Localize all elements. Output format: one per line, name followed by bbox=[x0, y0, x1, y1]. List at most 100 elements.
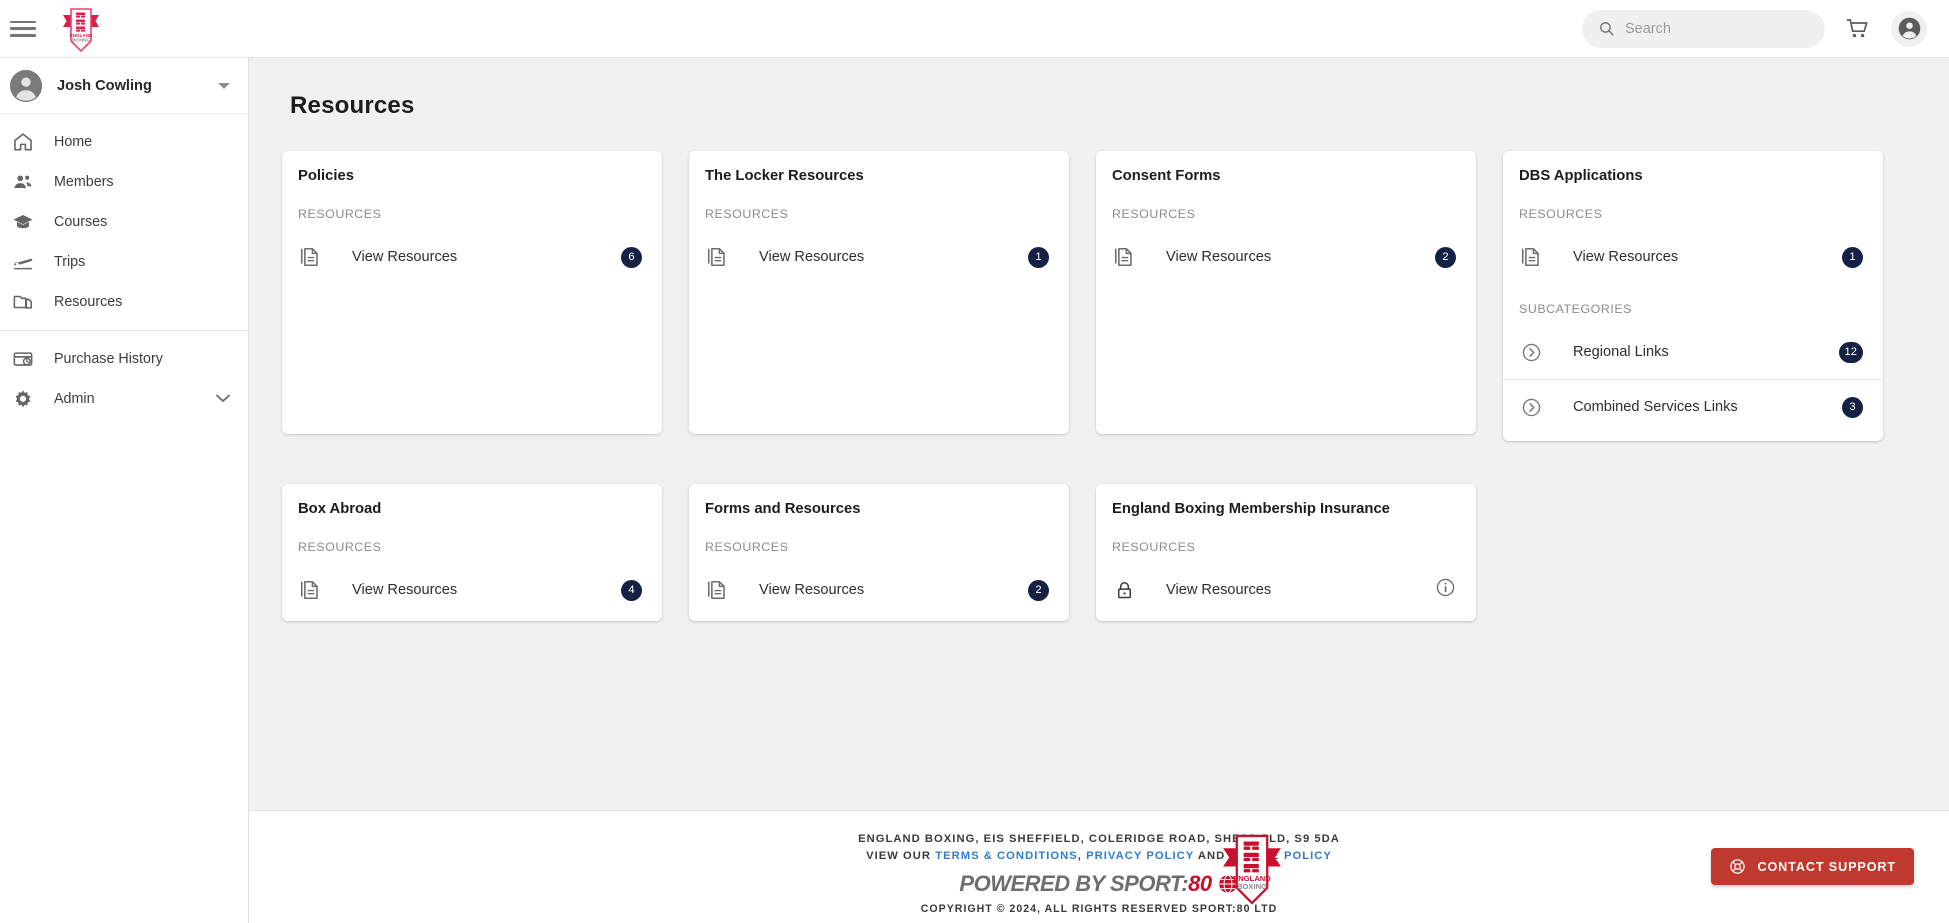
sidebar-item-label: Home bbox=[54, 134, 93, 150]
card-title: The Locker Resources bbox=[705, 168, 864, 184]
row-label: Combined Services Links bbox=[1573, 399, 1738, 415]
sidebar-item-label: Courses bbox=[54, 214, 108, 230]
resource-count-badge: 2 bbox=[1028, 579, 1049, 601]
row-label: View Resources bbox=[1573, 249, 1679, 265]
sidebar-item-resources[interactable]: Resources bbox=[0, 282, 248, 322]
view-resources-row[interactable]: View Resources 4 bbox=[282, 563, 662, 617]
powered-suffix: 80 bbox=[1188, 871, 1212, 896]
search-input[interactable] bbox=[1625, 20, 1805, 37]
document-stack-icon bbox=[296, 243, 324, 271]
sidebar-item-label: Admin bbox=[54, 391, 95, 407]
resource-card-box-abroad[interactable]: Box Abroad RESOURCES View Resources 4 bbox=[282, 484, 662, 621]
account-circle-icon bbox=[1898, 17, 1920, 40]
resource-card-consent-forms[interactable]: Consent Forms RESOURCES View Resources 2 bbox=[1096, 151, 1476, 434]
terms-and-conditions-link[interactable]: TERMS & CONDITIONS bbox=[935, 850, 1078, 862]
sidebar-user-name: Josh Cowling bbox=[57, 77, 152, 94]
resource-card-policies[interactable]: Policies RESOURCES View Resources 6 bbox=[282, 151, 662, 434]
subcategory-row-regional-links[interactable]: Regional Links 12 bbox=[1503, 325, 1883, 379]
card-section-label-resources: RESOURCES bbox=[298, 207, 382, 221]
account-button[interactable] bbox=[1891, 10, 1927, 47]
card-section-label-resources: RESOURCES bbox=[705, 207, 789, 221]
sidebar-item-purchase-history[interactable]: Purchase History bbox=[0, 339, 248, 379]
card-title: England Boxing Membership Insurance bbox=[1112, 501, 1390, 517]
view-resources-row[interactable]: View Resources 2 bbox=[1096, 230, 1476, 284]
info-circle-icon[interactable] bbox=[1435, 577, 1456, 603]
contact-support-button[interactable]: CONTACT SUPPORT bbox=[1711, 848, 1914, 885]
document-stack-icon bbox=[703, 576, 731, 604]
footer-comma: , bbox=[1077, 849, 1087, 862]
view-resources-row[interactable]: View Resources 2 bbox=[689, 563, 1069, 617]
cart-button[interactable] bbox=[1841, 12, 1875, 46]
flight-takeoff-icon bbox=[10, 249, 36, 275]
sidebar-item-trips[interactable]: Trips bbox=[0, 242, 248, 282]
home-icon bbox=[10, 129, 36, 155]
subcategory-count-badge: 3 bbox=[1842, 396, 1863, 418]
sidebar-item-home[interactable]: Home bbox=[0, 122, 248, 162]
resource-count-badge: 2 bbox=[1435, 246, 1456, 268]
row-label: View Resources bbox=[759, 249, 865, 265]
sidebar-item-members[interactable]: Members bbox=[0, 162, 248, 202]
card-section-label-resources: RESOURCES bbox=[298, 540, 382, 554]
search-box[interactable] bbox=[1582, 9, 1825, 48]
document-stack-icon bbox=[1517, 243, 1545, 271]
sidebar-nav-secondary: Purchase History Admin bbox=[0, 330, 248, 427]
card-section-label-subcategories: SUBCATEGORIES bbox=[1519, 302, 1632, 316]
sidebar-user-menu[interactable]: Josh Cowling bbox=[0, 58, 248, 114]
hamburger-menu-icon[interactable] bbox=[10, 19, 36, 39]
resource-cards-grid: Policies RESOURCES View Resources 6 The … bbox=[282, 151, 1922, 664]
row-label: View Resources bbox=[759, 582, 865, 598]
sidebar-item-label: Resources bbox=[54, 294, 123, 310]
row-label: View Resources bbox=[1166, 582, 1272, 598]
resource-card-forms-and-resources[interactable]: Forms and Resources RESOURCES View Resou… bbox=[689, 484, 1069, 621]
footer-center-block: ENGLAND BOXING, EIS SHEFFIELD, COLERIDGE… bbox=[249, 811, 1949, 923]
sidebar-item-label: Purchase History bbox=[54, 351, 163, 367]
powered-prefix: POWERED BY SPORT: bbox=[959, 871, 1189, 896]
user-avatar-icon bbox=[10, 69, 42, 102]
graduation-cap-icon bbox=[10, 209, 36, 235]
sidebar-item-label: Trips bbox=[54, 254, 86, 270]
view-resources-row-locked[interactable]: View Resources bbox=[1096, 563, 1476, 617]
sidebar-item-courses[interactable]: Courses bbox=[0, 202, 248, 242]
folder-copy-icon bbox=[10, 289, 36, 315]
resource-count-badge: 1 bbox=[1028, 246, 1049, 268]
england-boxing-crest-icon: ENGLAND BOXING bbox=[1223, 834, 1281, 905]
topbar-actions bbox=[1582, 9, 1949, 48]
subcategory-row-combined-services-links[interactable]: Combined Services Links 3 bbox=[1503, 380, 1883, 434]
chevron-circle-right-icon bbox=[1517, 393, 1545, 421]
card-section-label-resources: RESOURCES bbox=[1112, 207, 1196, 221]
resource-card-dbs-applications[interactable]: DBS Applications RESOURCES View Resource… bbox=[1503, 151, 1883, 441]
main-content: Resources Policies RESOURCES View Resour… bbox=[249, 58, 1949, 810]
view-resources-row[interactable]: View Resources 1 bbox=[689, 230, 1069, 284]
document-stack-icon bbox=[703, 243, 731, 271]
resource-count-badge: 1 bbox=[1842, 246, 1863, 268]
sidebar-item-admin[interactable]: Admin bbox=[0, 379, 248, 419]
avatar bbox=[10, 69, 42, 102]
card-title: Forms and Resources bbox=[705, 501, 861, 517]
privacy-policy-link[interactable]: PRIVACY POLICY bbox=[1086, 850, 1194, 862]
app-root: ENGLAND BOXING Search Josh Cowling Home … bbox=[0, 0, 1949, 923]
svg-text:BOXING: BOXING bbox=[1237, 882, 1267, 891]
resource-card-the-locker-resources[interactable]: The Locker Resources RESOURCES View Reso… bbox=[689, 151, 1069, 434]
lock-icon bbox=[1110, 576, 1138, 604]
shopping-cart-icon bbox=[1846, 18, 1868, 37]
card-section-label-resources: RESOURCES bbox=[1112, 540, 1196, 554]
footer: ENGLAND BOXING, EIS SHEFFIELD, COLERIDGE… bbox=[249, 810, 1949, 923]
caret-down-icon bbox=[218, 77, 230, 95]
card-title: Policies bbox=[298, 168, 354, 184]
people-icon bbox=[10, 169, 36, 195]
document-stack-icon bbox=[1110, 243, 1138, 271]
resource-card-england-boxing-membership-insurance[interactable]: England Boxing Membership Insurance RESO… bbox=[1096, 484, 1476, 621]
england-boxing-logo[interactable]: ENGLAND BOXING bbox=[58, 3, 104, 55]
powered-by-text: POWERED BY SPORT:80 bbox=[959, 871, 1212, 897]
card-section-label-resources: RESOURCES bbox=[1519, 207, 1603, 221]
document-stack-icon bbox=[296, 576, 324, 604]
footer-address-org: ENGLAND BOXING bbox=[858, 833, 976, 845]
card-title: DBS Applications bbox=[1519, 168, 1643, 184]
powered-by-sport80[interactable]: POWERED BY SPORT:80 bbox=[959, 871, 1238, 897]
view-resources-row[interactable]: View Resources 1 bbox=[1503, 230, 1883, 284]
row-label: View Resources bbox=[1166, 249, 1272, 265]
sidebar-item-label: Members bbox=[54, 174, 114, 190]
sidebar-nav-primary: Home Members Courses Trips Resources bbox=[0, 114, 248, 330]
search-icon bbox=[1600, 22, 1614, 36]
view-resources-row[interactable]: View Resources 6 bbox=[282, 230, 662, 284]
